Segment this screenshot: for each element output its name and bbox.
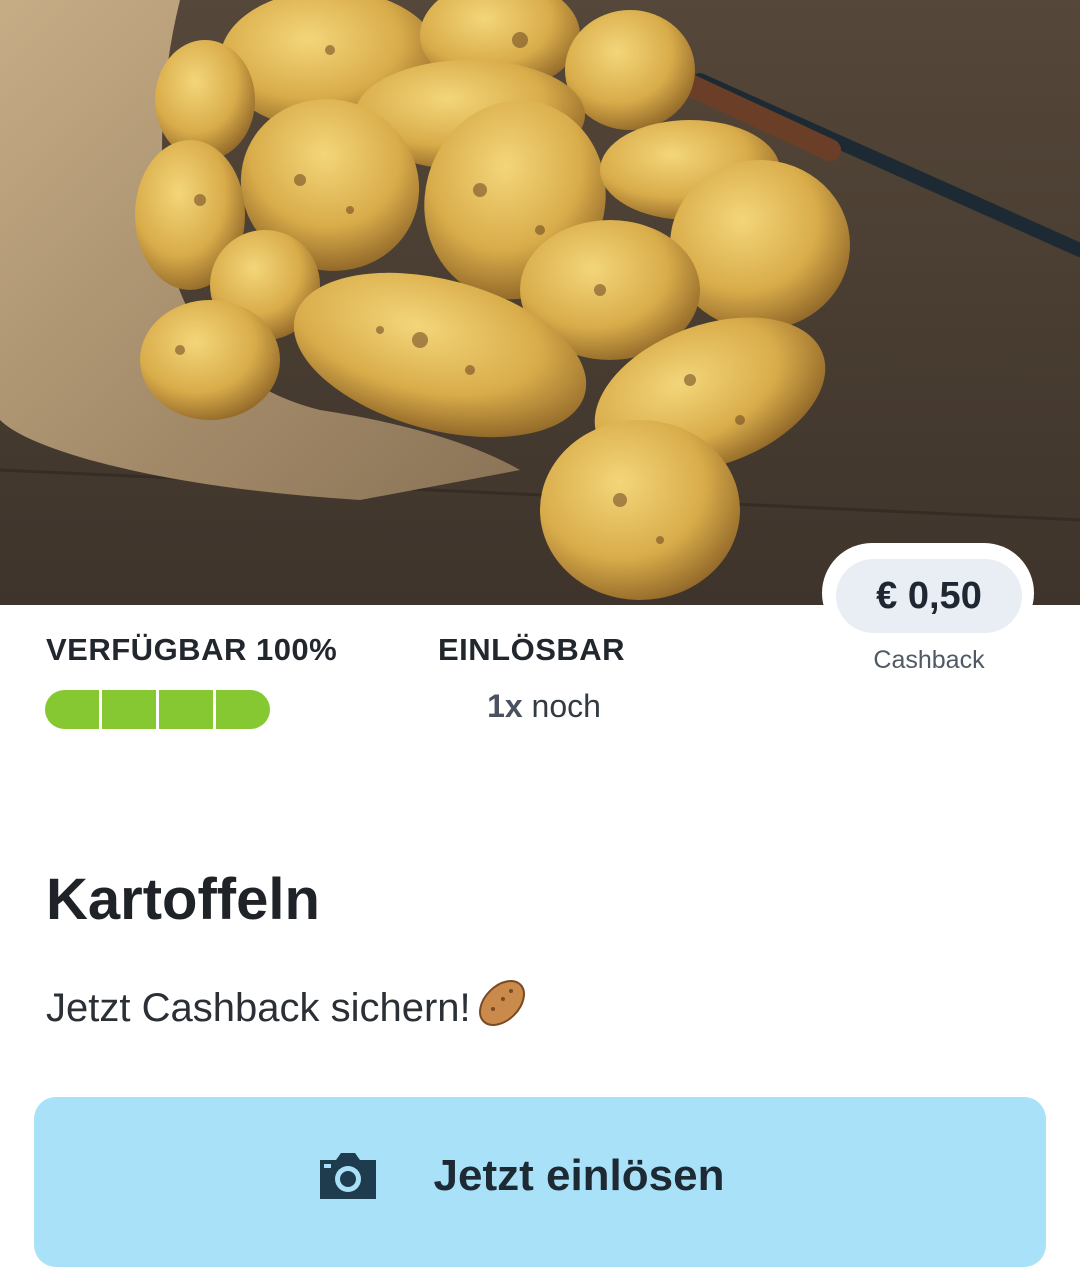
- availability-progress-fill: [45, 690, 270, 729]
- redeemable-count-value: 1x: [487, 688, 523, 724]
- progress-segment: [159, 690, 216, 729]
- progress-segment: [216, 690, 270, 729]
- progress-segment: [102, 690, 159, 729]
- redeem-now-label: Jetzt einlösen: [433, 1151, 725, 1200]
- redeemable-title: EINLÖSBAR: [438, 632, 626, 667]
- availability-title: VERFÜGBAR 100%: [46, 632, 338, 667]
- cashback-amount: € 0,50: [836, 559, 1022, 633]
- potato-icon: [473, 975, 531, 1041]
- redeemable-count-suffix: noch: [522, 688, 601, 724]
- progress-segment: [45, 690, 102, 729]
- product-image: [0, 0, 1080, 605]
- camera-icon: [316, 1150, 380, 1202]
- availability-progress-bar: [45, 690, 270, 729]
- redeemable-count: 1x noch: [438, 688, 650, 725]
- potatoes-photo: [0, 0, 1080, 605]
- product-title: Kartoffeln: [46, 867, 320, 932]
- product-subtitle: Jetzt Cashback sichern!: [46, 975, 531, 1041]
- product-subtitle-text: Jetzt Cashback sichern!: [46, 985, 471, 1030]
- cashback-label: Cashback: [873, 646, 985, 674]
- redeem-now-button[interactable]: Jetzt einlösen: [34, 1097, 1046, 1267]
